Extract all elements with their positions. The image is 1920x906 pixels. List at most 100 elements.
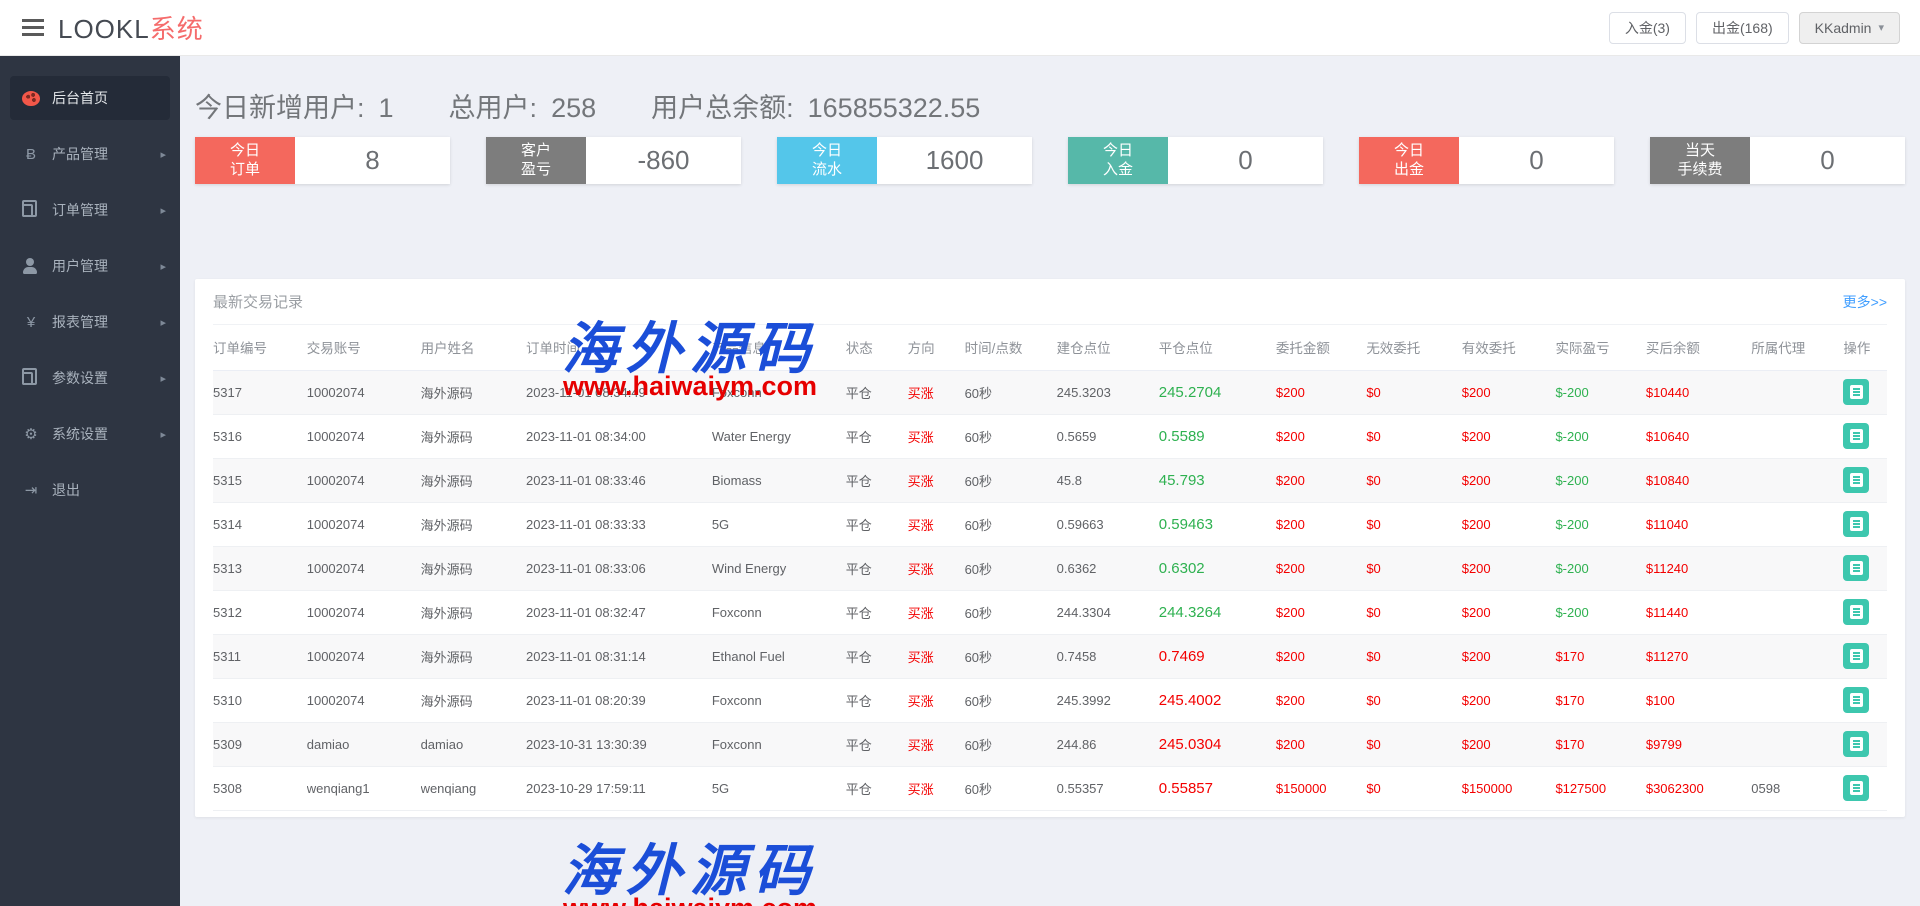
- deposit-button[interactable]: 入金(3): [1608, 11, 1686, 44]
- order-detail-button[interactable]: [1843, 687, 1870, 713]
- app-logo: LOOKL系统: [58, 9, 204, 46]
- cell-status: 平仓: [845, 693, 872, 709]
- cell-open: 245.3203: [1056, 384, 1111, 400]
- order-detail-button[interactable]: [1843, 731, 1870, 757]
- cell-agent: [1751, 370, 1843, 414]
- cell-duration: 60秒: [964, 605, 993, 621]
- sidebar-item-reports[interactable]: ¥ 报表管理 ▸: [0, 300, 180, 344]
- order-detail-button[interactable]: [1843, 379, 1870, 405]
- cell-time: 2023-11-01 08:33:06: [526, 560, 646, 576]
- cell-profit: $170: [1555, 736, 1585, 752]
- cell-agent: 0598: [1751, 780, 1781, 796]
- cell-profit: $-200: [1555, 516, 1589, 532]
- card-label-line: 今日: [229, 141, 260, 159]
- cell-direction: 买涨: [907, 737, 934, 753]
- sidebar-item-system[interactable]: ⚙ 系统设置 ▸: [0, 412, 180, 456]
- list-icon: [1849, 561, 1863, 575]
- sidebar-item-params[interactable]: 参数设置 ▸: [0, 356, 180, 400]
- cell-valid: $200: [1461, 692, 1491, 708]
- cell-valid: $200: [1461, 472, 1491, 488]
- cell-profit: $127500: [1555, 780, 1607, 796]
- sidebar-item-users[interactable]: 用户管理 ▸: [0, 244, 180, 288]
- order-detail-button[interactable]: [1843, 599, 1870, 625]
- column-header: 订单编号: [213, 325, 307, 371]
- menu-toggle-icon[interactable]: [22, 19, 44, 36]
- order-detail-button[interactable]: [1843, 467, 1870, 493]
- cell-agent: [1751, 458, 1843, 502]
- cell-duration: 60秒: [964, 781, 993, 797]
- cell-account: 10002074: [306, 428, 365, 444]
- cell-id: 5316: [213, 428, 242, 444]
- sidebar-item-orders[interactable]: 订单管理 ▸: [0, 188, 180, 232]
- card-label-line: 流水: [811, 160, 842, 178]
- cell-status: 平仓: [845, 385, 872, 401]
- card-label-line: 今日: [1393, 141, 1424, 159]
- admin-dropdown[interactable]: KKadmin ▾: [1798, 11, 1900, 44]
- stat-total-users: 总用户: 258: [449, 86, 597, 125]
- cell-actions: [1843, 590, 1887, 634]
- column-header: 无效委托: [1366, 325, 1462, 371]
- withdraw-button[interactable]: 出金(168): [1695, 11, 1789, 44]
- card-label: 今日 入金: [1068, 137, 1168, 184]
- cell-duration: 60秒: [964, 517, 993, 533]
- cell-balance: $100: [1645, 692, 1675, 708]
- cell-actions: [1843, 370, 1887, 414]
- order-detail-button[interactable]: [1843, 775, 1870, 801]
- gears-icon: ⚙: [24, 426, 38, 443]
- cell-close: 245.0304: [1158, 735, 1222, 753]
- card-label-line: 客户: [520, 141, 551, 159]
- sidebar-item-label: 参数设置: [52, 370, 108, 386]
- cell-direction: 买涨: [907, 473, 934, 489]
- cell-product: Foxconn: [711, 692, 762, 708]
- cell-amount: $200: [1275, 384, 1305, 400]
- list-icon: [1849, 605, 1863, 619]
- latest-trades-panel: 最新交易记录 更多>> 订单编号 交易账号 用户姓名 订单时间 产品信息 状态 方向 时间/点…: [195, 279, 1905, 817]
- order-detail-button[interactable]: [1843, 643, 1870, 669]
- sidebar-item-products[interactable]: Ƀ 产品管理 ▸: [0, 132, 180, 176]
- sidebar-item-logout[interactable]: ⇥ 退出: [0, 468, 180, 512]
- order-detail-button[interactable]: [1843, 511, 1870, 537]
- table-body: 5317 10002074 海外源码 2023-11-01 08:34:49 Foxco…: [213, 370, 1887, 810]
- more-link[interactable]: 更多>>: [1843, 292, 1887, 312]
- table-row: 5313 10002074 海外源码 2023-11-01 08:33:06 Wind …: [213, 546, 1887, 590]
- card-value: 0: [1750, 137, 1905, 184]
- cell-agent: [1751, 546, 1843, 590]
- table-row: 5310 10002074 海外源码 2023-11-01 08:20:39 Foxco…: [213, 678, 1887, 722]
- yen-icon: ¥: [26, 313, 36, 331]
- column-header: 有效委托: [1461, 325, 1556, 371]
- bitcoin-icon: Ƀ: [25, 145, 36, 163]
- sidebar: 后台首页 Ƀ 产品管理 ▸ 订单管理 ▸ 用户管理 ▸ ¥ 报表管理 ▸ 参数设置 ▸ ⚙ 系统设置 ▸ ⇥ 退出: [0, 56, 180, 906]
- cell-status: 平仓: [845, 429, 872, 445]
- cell-profit: $-200: [1555, 560, 1589, 576]
- sidebar-item-home[interactable]: 后台首页: [10, 76, 170, 120]
- cell-valid: $200: [1461, 736, 1491, 752]
- cell-amount: $200: [1275, 428, 1305, 444]
- cell-product: 5G: [711, 780, 730, 796]
- cell-account: 10002074: [306, 560, 365, 576]
- stat-label: 总用户:: [448, 93, 538, 123]
- cell-invalid: $0: [1366, 692, 1381, 708]
- cell-balance: $10840: [1645, 472, 1690, 488]
- cell-account: 10002074: [306, 648, 365, 664]
- cell-amount: $150000: [1275, 780, 1327, 796]
- card-label-line: 今日: [811, 141, 842, 159]
- order-detail-button[interactable]: [1843, 423, 1870, 449]
- cell-id: 5314: [213, 516, 242, 532]
- cell-direction: 买涨: [907, 649, 934, 665]
- cell-balance: $11270: [1645, 648, 1689, 664]
- card-today-fee: 当天 手续费 0: [1650, 137, 1905, 184]
- cell-id: 5308: [213, 780, 242, 796]
- chevron-right-icon: ▸: [160, 428, 166, 441]
- column-header: 交易账号: [306, 325, 421, 371]
- cell-name: 海外源码: [420, 429, 473, 445]
- cell-account: damiao: [306, 736, 350, 752]
- cell-id: 5315: [213, 472, 242, 488]
- cell-direction: 买涨: [907, 429, 934, 445]
- card-label-line: 当天: [1684, 141, 1715, 159]
- cell-status: 平仓: [845, 649, 872, 665]
- cell-duration: 60秒: [964, 473, 993, 489]
- order-detail-button[interactable]: [1843, 555, 1870, 581]
- card-today-deposit: 今日 入金 0: [1068, 137, 1323, 184]
- card-label-line: 盈亏: [520, 160, 551, 178]
- cell-name: wenqiang: [420, 780, 477, 796]
